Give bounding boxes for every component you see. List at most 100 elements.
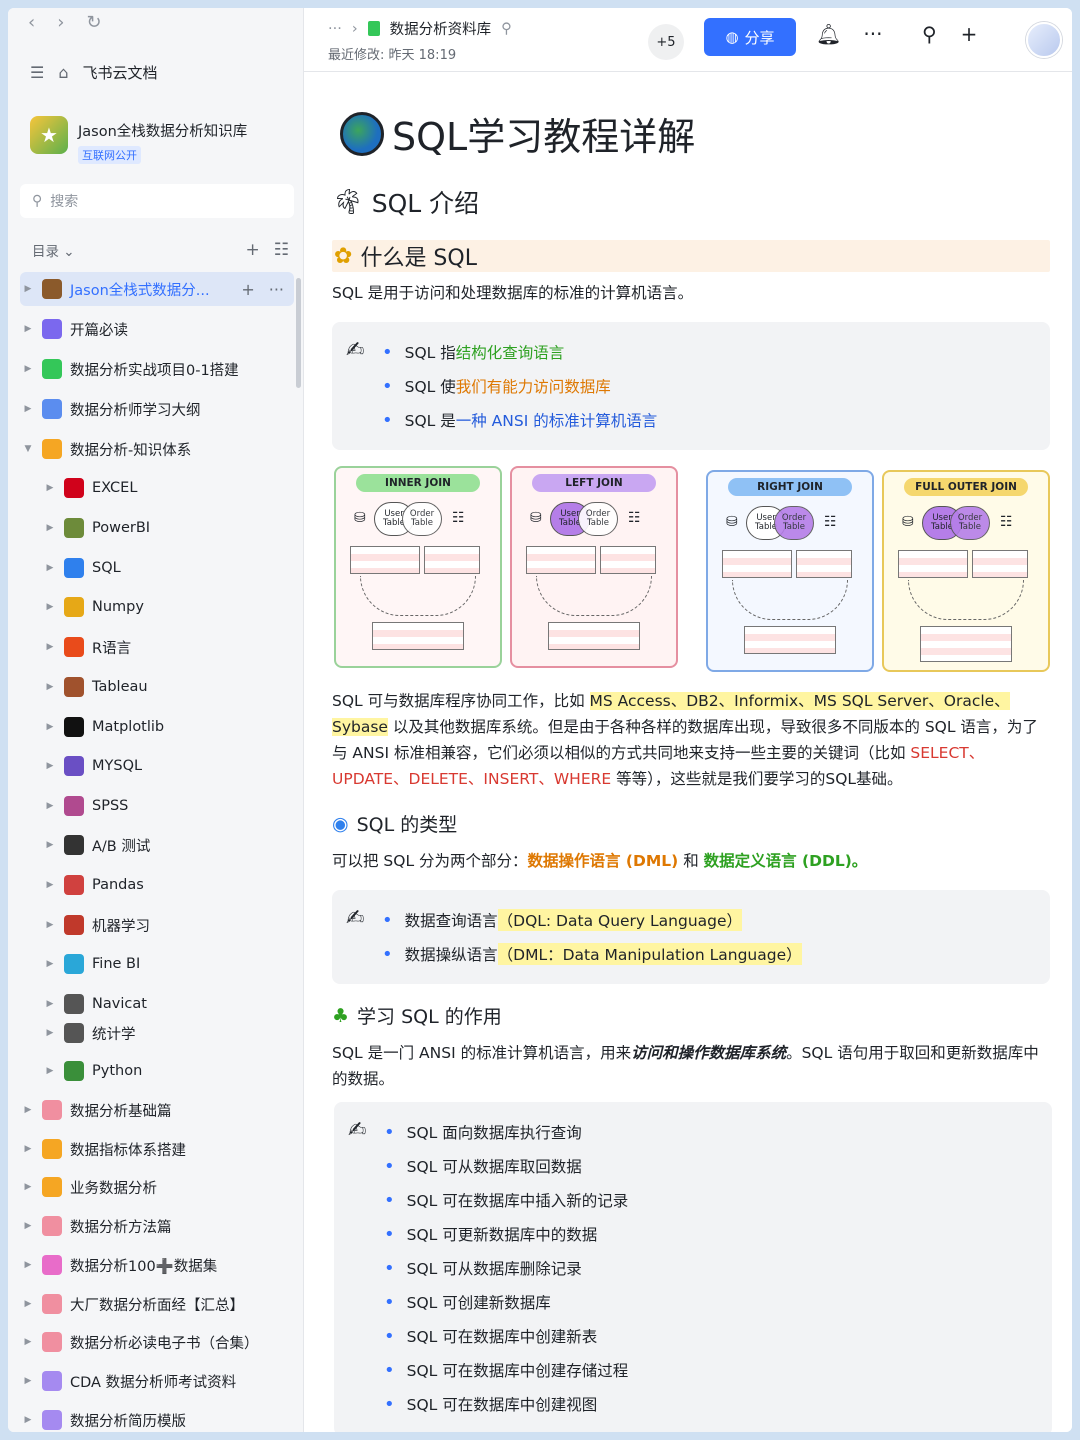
sidebar-item[interactable]: ▶ Numpy bbox=[20, 590, 294, 624]
collaborators-count[interactable]: +5 bbox=[648, 24, 684, 60]
sidebar-scrollbar[interactable] bbox=[296, 278, 301, 388]
caret-right-icon[interactable]: ▶ bbox=[42, 1028, 58, 1038]
sidebar-item-label: Python bbox=[92, 1063, 143, 1079]
knowledge-base-header[interactable]: ★ Jason全栈数据分析知识库 互联网公开 bbox=[30, 116, 247, 164]
caret-right-icon[interactable]: ▶ bbox=[20, 1337, 36, 1347]
sidebar-item[interactable]: ▶ SQL bbox=[20, 551, 294, 585]
list-icon[interactable]: ☷ bbox=[274, 240, 289, 260]
sidebar-item[interactable]: ▶ 数据指标体系搭建 bbox=[20, 1132, 294, 1166]
caret-right-icon[interactable]: ▶ bbox=[20, 404, 36, 414]
item-icon bbox=[64, 875, 84, 895]
avatar[interactable] bbox=[1026, 22, 1062, 58]
result-table bbox=[548, 622, 640, 650]
venn-diagram: ⛁ User Table Order Table ☷ bbox=[726, 506, 850, 540]
home-label[interactable]: 飞书云文档 bbox=[83, 62, 158, 83]
bell-icon[interactable]: 🔔︎ bbox=[816, 22, 841, 46]
collapse-sidebar-icon[interactable]: ☰ bbox=[30, 63, 44, 82]
more-icon[interactable]: ··· bbox=[269, 280, 284, 299]
sidebar-item-label: PowerBI bbox=[92, 520, 151, 536]
caret-right-icon[interactable]: ▶ bbox=[20, 1415, 36, 1425]
item-icon bbox=[64, 796, 84, 816]
caret-right-icon[interactable]: ▶ bbox=[20, 1376, 36, 1386]
add-icon[interactable]: + bbox=[961, 22, 978, 46]
caret-right-icon[interactable]: ▶ bbox=[20, 1260, 36, 1270]
search-icon[interactable]: ⚲ bbox=[922, 22, 937, 46]
home-row[interactable]: ☰ ⌂ 飞书云文档 bbox=[30, 62, 158, 83]
sidebar-item[interactable]: ▶ 大厂数据分析面经【汇总】 bbox=[20, 1287, 294, 1321]
sidebar-item[interactable]: ▼ 数据分析-知识体系 bbox=[20, 432, 294, 466]
back-icon[interactable]: ‹ bbox=[28, 12, 35, 33]
caret-right-icon[interactable]: ▶ bbox=[42, 761, 58, 771]
add-icon[interactable]: + bbox=[241, 280, 254, 299]
sidebar-item[interactable]: ▶ 数据分析100➕数据集 bbox=[20, 1248, 294, 1282]
sidebar-item[interactable]: ▶ 数据分析简历模版 bbox=[20, 1403, 294, 1432]
sidebar-item[interactable]: ▶ 数据分析实战项目0-1搭建 bbox=[20, 352, 294, 386]
caret-right-icon[interactable]: ▶ bbox=[42, 801, 58, 811]
caret-right-icon[interactable]: ▶ bbox=[42, 959, 58, 969]
home-icon[interactable]: ⌂ bbox=[58, 63, 68, 82]
caret-right-icon[interactable]: ▶ bbox=[20, 364, 36, 374]
sidebar-item-label: EXCEL bbox=[92, 480, 138, 496]
breadcrumb-doc[interactable]: 数据分析资料库 bbox=[390, 18, 492, 39]
sidebar-item[interactable]: ▶ Python bbox=[20, 1054, 294, 1088]
breadcrumb-more[interactable]: ··· bbox=[328, 21, 342, 37]
sidebar-item[interactable]: ▶ PowerBI bbox=[20, 511, 294, 545]
caret-right-icon[interactable]: ▶ bbox=[42, 682, 58, 692]
sidebar-item[interactable]: ▶ 数据分析基础篇 bbox=[20, 1093, 294, 1127]
caret-right-icon[interactable]: ▶ bbox=[42, 642, 58, 652]
sidebar-item[interactable]: ▶ Fine BI bbox=[20, 947, 294, 981]
sample-table bbox=[796, 550, 852, 578]
forward-icon[interactable]: › bbox=[57, 12, 64, 33]
sidebar-item-label: 业务数据分析 bbox=[70, 1180, 157, 1197]
sidebar-item[interactable]: ▶ Pandas bbox=[20, 868, 294, 902]
refresh-icon[interactable]: ↻ bbox=[86, 12, 101, 33]
search-input[interactable]: ⚲ 搜索 bbox=[20, 184, 294, 218]
sidebar-item[interactable]: ▶ R语言 bbox=[20, 630, 294, 664]
caret-right-icon[interactable]: ▶ bbox=[42, 602, 58, 612]
more-icon[interactable]: ··· bbox=[863, 22, 882, 46]
sidebar-item[interactable]: ▶ Matplotlib bbox=[20, 710, 294, 744]
share-button[interactable]: ◍ 分享 bbox=[704, 18, 796, 56]
caret-right-icon[interactable]: ▶ bbox=[20, 1182, 36, 1192]
kb-title[interactable]: Jason全栈数据分析知识库 bbox=[78, 120, 247, 141]
caret-right-icon[interactable]: ▶ bbox=[20, 1105, 36, 1115]
toc-dropdown[interactable]: 目录 ⌄ bbox=[32, 240, 75, 260]
item-icon bbox=[64, 915, 84, 935]
callout-definition: ✍ SQL 指结构化查询语言SQL 使我们有能力访问数据库SQL 是一种 ANS… bbox=[332, 322, 1050, 450]
caret-right-icon[interactable]: ▶ bbox=[42, 483, 58, 493]
caret-right-icon[interactable]: ▶ bbox=[20, 324, 36, 334]
caret-right-icon[interactable]: ▶ bbox=[20, 1299, 36, 1309]
caret-right-icon[interactable]: ▶ bbox=[42, 1066, 58, 1076]
callout-uses: ✍ SQL 面向数据库执行查询SQL 可从数据库取回数据SQL 可在数据库中插入… bbox=[334, 1102, 1052, 1432]
caret-right-icon[interactable]: ▶ bbox=[20, 284, 36, 294]
add-icon[interactable]: + bbox=[246, 240, 260, 260]
sidebar-item-label: 数据分析简历模版 bbox=[70, 1413, 186, 1430]
caret-right-icon[interactable]: ▶ bbox=[42, 563, 58, 573]
caret-right-icon[interactable]: ▶ bbox=[42, 920, 58, 930]
sidebar-item[interactable]: ▶ EXCEL bbox=[20, 471, 294, 505]
sidebar-item[interactable]: ▶ SPSS bbox=[20, 789, 294, 823]
sidebar-item[interactable]: ▶ 数据分析必读电子书（合集） bbox=[20, 1325, 294, 1359]
caret-right-icon[interactable]: ▶ bbox=[42, 722, 58, 732]
sidebar-item[interactable]: ▶ A/B 测试 bbox=[20, 828, 294, 862]
caret-right-icon[interactable]: ▶ bbox=[42, 840, 58, 850]
caret-right-icon[interactable]: ▶ bbox=[42, 880, 58, 890]
sidebar-item[interactable]: ▶ 数据分析方法篇 bbox=[20, 1209, 294, 1243]
sidebar-item[interactable]: ▶ 统计学 bbox=[20, 1016, 294, 1050]
caret-right-icon[interactable]: ▶ bbox=[20, 1221, 36, 1231]
sidebar-item[interactable]: ▶ Jason全栈式数据分... + ··· bbox=[20, 272, 294, 306]
sidebar-item[interactable]: ▶ CDA 数据分析师考试资料 bbox=[20, 1364, 294, 1398]
sidebar-item[interactable]: ▶ 开篇必读 bbox=[20, 312, 294, 346]
sidebar-item[interactable]: ▶ MYSQL bbox=[20, 749, 294, 783]
pin-icon[interactable]: ⚲ bbox=[501, 21, 512, 37]
caret-right-icon[interactable]: ▶ bbox=[20, 1144, 36, 1154]
caret-right-icon[interactable]: ▶ bbox=[42, 999, 58, 1009]
sidebar-item[interactable]: ▶ 数据分析师学习大纲 bbox=[20, 392, 294, 426]
document-body: SQL学习教程详解 🌴︎ SQL 介绍 ✿ 什么是 SQL SQL 是用于访问和… bbox=[304, 72, 1072, 1432]
sidebar-item[interactable]: ▶ 业务数据分析 bbox=[20, 1170, 294, 1204]
caret-down-icon[interactable]: ▼ bbox=[20, 444, 36, 454]
caret-right-icon[interactable]: ▶ bbox=[42, 523, 58, 533]
sidebar-item[interactable]: ▶ Tableau bbox=[20, 670, 294, 704]
earth-icon bbox=[340, 111, 384, 156]
sidebar-item[interactable]: ▶ 机器学习 bbox=[20, 908, 294, 942]
